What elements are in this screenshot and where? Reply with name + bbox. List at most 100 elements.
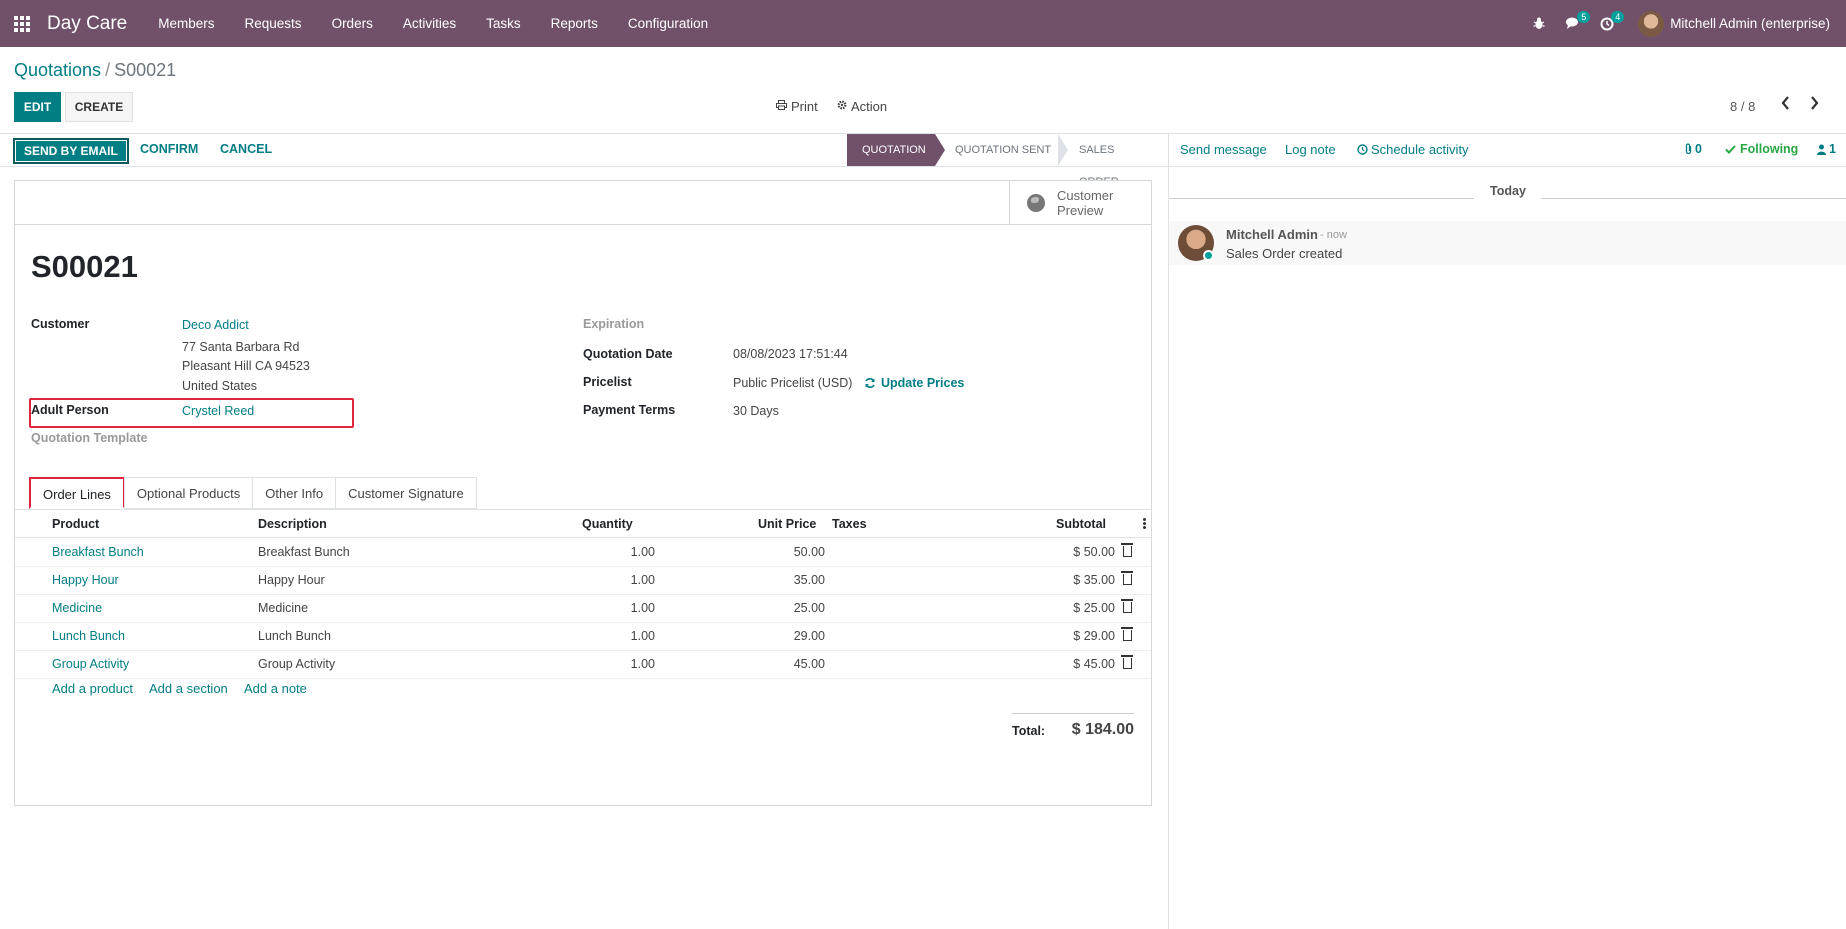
row-unit-price[interactable]: 25.00 [725, 601, 825, 615]
pager-value[interactable]: 8 / 8 [1730, 99, 1755, 114]
tab-optional-products[interactable]: Optional Products [123, 477, 254, 509]
customer-field[interactable]: Deco Addict [182, 318, 249, 332]
menu-tasks[interactable]: Tasks [471, 0, 536, 47]
tab-customer-signature[interactable]: Customer Signature [335, 477, 477, 509]
payment-terms-value: 30 Days [733, 404, 779, 418]
schedule-activity-button[interactable]: Schedule activity [1357, 142, 1469, 157]
stage-quotation-sent[interactable]: QUOTATION SENT [940, 134, 1066, 166]
delete-line-trash-icon[interactable] [1121, 543, 1133, 557]
adult-person-field[interactable]: Crystel Reed [182, 404, 254, 418]
edit-button[interactable]: EDIT [14, 92, 61, 122]
action-dropdown[interactable]: Action [837, 99, 887, 114]
row-description[interactable]: Medicine [258, 601, 308, 615]
delete-line-trash-icon[interactable] [1121, 655, 1133, 669]
update-prices-label: Update Prices [881, 376, 965, 390]
table-row[interactable]: Lunch Bunch Lunch Bunch 1.00 29.00 $ 29.… [15, 623, 1151, 651]
messages-icon[interactable]: 5 [1556, 0, 1591, 47]
column-quantity[interactable]: Quantity [582, 517, 633, 531]
add-note-link[interactable]: Add a note [244, 681, 307, 696]
optional-columns-kebab-icon[interactable] [1143, 518, 1146, 529]
followers-button[interactable]: 1 [1817, 142, 1836, 156]
stage-sales-order[interactable]: SALES ORDER [1064, 134, 1168, 188]
followers-count: 1 [1829, 142, 1836, 156]
confirm-button[interactable]: CONFIRM [140, 142, 198, 156]
delete-line-trash-icon[interactable] [1121, 571, 1133, 585]
message-time: - now [1320, 229, 1347, 241]
column-description[interactable]: Description [258, 517, 327, 531]
delete-line-trash-icon[interactable] [1121, 599, 1133, 613]
row-unit-price[interactable]: 45.00 [725, 657, 825, 671]
apps-menu-icon[interactable] [0, 0, 44, 47]
column-taxes[interactable]: Taxes [832, 517, 867, 531]
table-row[interactable]: Breakfast Bunch Breakfast Bunch 1.00 50.… [15, 539, 1151, 567]
column-product[interactable]: Product [52, 517, 99, 531]
app-brand[interactable]: Day Care [44, 13, 143, 35]
cancel-button[interactable]: CANCEL [220, 142, 272, 156]
user-menu[interactable]: Mitchell Admin (enterprise) [1624, 10, 1846, 37]
breadcrumb-quotations[interactable]: Quotations [14, 60, 101, 80]
menu-members[interactable]: Members [143, 0, 229, 47]
attachments-button[interactable]: 0 [1684, 142, 1702, 156]
log-note-button[interactable]: Log note [1285, 142, 1336, 157]
pager-previous-icon[interactable] [1781, 96, 1790, 114]
menu-requests[interactable]: Requests [230, 0, 317, 47]
row-description[interactable]: Breakfast Bunch [258, 545, 350, 559]
add-product-link[interactable]: Add a product [52, 681, 133, 696]
table-row[interactable]: Medicine Medicine 1.00 25.00 $ 25.00 [15, 595, 1151, 623]
row-quantity[interactable]: 1.00 [555, 601, 655, 615]
row-unit-price[interactable]: 50.00 [725, 545, 825, 559]
globe-icon [1027, 194, 1045, 212]
menu-orders[interactable]: Orders [317, 0, 388, 47]
row-unit-price[interactable]: 29.00 [725, 629, 825, 643]
table-row[interactable]: Group Activity Group Activity 1.00 45.00… [15, 651, 1151, 679]
row-description[interactable]: Lunch Bunch [258, 629, 331, 643]
activities-clock-icon[interactable]: 4 [1590, 0, 1625, 47]
activities-badge: 4 [1611, 11, 1625, 23]
row-quantity[interactable]: 1.00 [555, 657, 655, 671]
send-by-email-button[interactable]: SEND BY EMAIL [13, 138, 129, 164]
table-row[interactable]: Happy Hour Happy Hour 1.00 35.00 $ 35.00 [15, 567, 1151, 595]
total-label: Total: [1012, 724, 1046, 738]
tab-other-info[interactable]: Other Info [252, 477, 337, 509]
record-title: S00021 [31, 249, 138, 284]
send-message-button[interactable]: Send message [1180, 142, 1267, 157]
quotation-date-label: Quotation Date [583, 347, 673, 361]
delete-line-trash-icon[interactable] [1121, 627, 1133, 641]
adult-person-label: Adult Person [31, 403, 109, 417]
row-quantity[interactable]: 1.00 [555, 573, 655, 587]
customer-label: Customer [31, 317, 90, 331]
message-author[interactable]: Mitchell Admin [1226, 227, 1318, 242]
add-section-link[interactable]: Add a section [149, 681, 228, 696]
action-label: Action [851, 99, 888, 114]
debug-bug-icon[interactable] [1522, 0, 1556, 47]
online-status-icon [1203, 250, 1214, 261]
column-subtotal[interactable]: Subtotal [1056, 517, 1106, 531]
menu-reports[interactable]: Reports [536, 0, 613, 47]
menu-configuration[interactable]: Configuration [613, 0, 723, 47]
row-product[interactable]: Breakfast Bunch [52, 545, 144, 559]
row-product[interactable]: Happy Hour [52, 573, 119, 587]
row-quantity[interactable]: 1.00 [555, 545, 655, 559]
update-prices-button[interactable]: Update Prices [864, 376, 964, 390]
quotation-date-value: 08/08/2023 17:51:44 [733, 347, 848, 361]
row-description[interactable]: Happy Hour [258, 573, 325, 587]
row-quantity[interactable]: 1.00 [555, 629, 655, 643]
stage-quotation[interactable]: QUOTATION [847, 134, 935, 166]
date-divider-right [1541, 198, 1846, 199]
column-unit-price[interactable]: Unit Price [758, 517, 816, 531]
row-product[interactable]: Lunch Bunch [52, 629, 125, 643]
row-subtotal: $ 50.00 [1073, 545, 1115, 559]
print-dropdown[interactable]: Print [776, 99, 818, 114]
row-product[interactable]: Medicine [52, 601, 102, 615]
row-unit-price[interactable]: 35.00 [725, 573, 825, 587]
row-product[interactable]: Group Activity [52, 657, 129, 671]
row-description[interactable]: Group Activity [258, 657, 335, 671]
pager-next-icon[interactable] [1810, 96, 1819, 114]
clock-icon [1357, 144, 1368, 155]
create-button[interactable]: CREATE [65, 92, 133, 122]
customer-preview-button[interactable]: Customer Preview [1009, 181, 1151, 225]
following-button[interactable]: Following [1725, 142, 1798, 156]
tab-order-lines[interactable]: Order Lines [29, 477, 125, 509]
user-avatar [1638, 10, 1665, 37]
menu-activities[interactable]: Activities [388, 0, 471, 47]
